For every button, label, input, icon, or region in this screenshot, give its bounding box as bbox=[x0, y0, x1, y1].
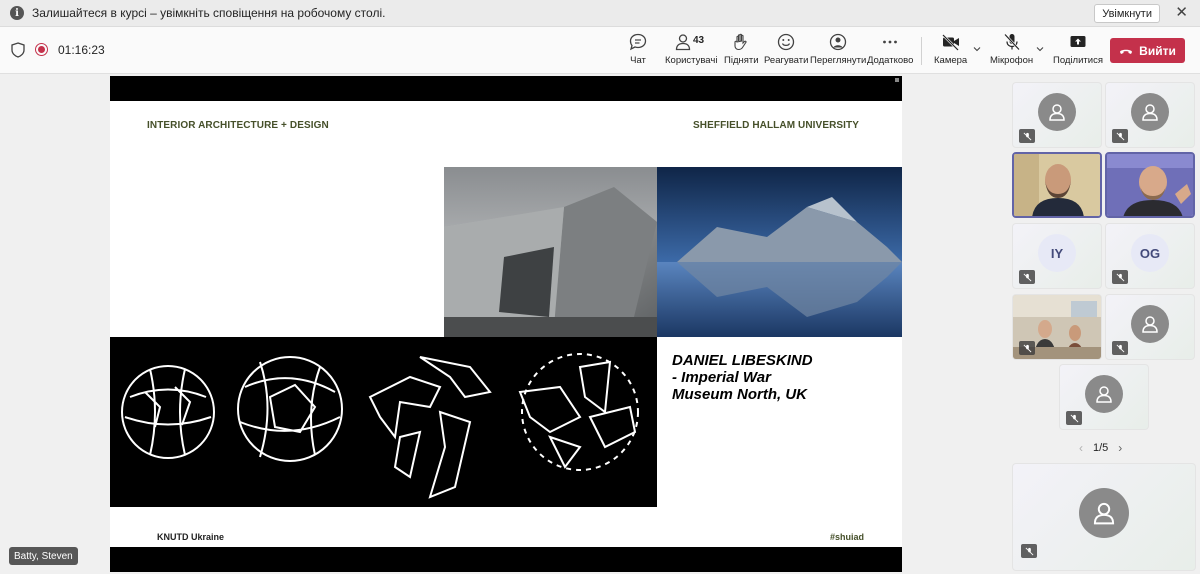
person-icon bbox=[1142, 316, 1158, 333]
share-label: Поділитися bbox=[1053, 55, 1103, 66]
chat-icon bbox=[629, 33, 647, 51]
mic-muted-icon bbox=[1066, 411, 1082, 425]
meeting-timer: 01:16:23 bbox=[58, 43, 105, 57]
shield-icon[interactable] bbox=[11, 42, 25, 58]
chat-button[interactable]: Чат bbox=[628, 32, 648, 70]
raise-hand-label: Підняти bbox=[724, 55, 759, 66]
people-button[interactable]: 43 Користувачі bbox=[665, 32, 717, 70]
participant-video bbox=[1014, 154, 1100, 216]
avatar: OG bbox=[1131, 233, 1169, 272]
participant-tile[interactable]: IY bbox=[1012, 223, 1102, 289]
meeting-toolbar: 01:16:23 Чат 43 Користувачі Підняти Реаг… bbox=[0, 27, 1200, 74]
people-label: Користувачі bbox=[665, 55, 718, 66]
smiley-icon bbox=[778, 33, 795, 51]
self-view-tile[interactable] bbox=[1012, 463, 1196, 571]
participant-pager: ‹ 1/5 › bbox=[1079, 440, 1122, 456]
participant-tile[interactable] bbox=[1059, 364, 1149, 430]
chat-label: Чат bbox=[630, 55, 646, 66]
participant-tile[interactable]: OG bbox=[1105, 223, 1195, 289]
slide-caption: DANIEL LIBESKIND - Imperial War Museum N… bbox=[672, 352, 813, 403]
microphone-options-chevron-icon[interactable] bbox=[1036, 45, 1044, 53]
building-photo-2 bbox=[657, 167, 902, 337]
participant-tile[interactable] bbox=[1012, 82, 1102, 148]
react-label: Реагувати bbox=[764, 55, 809, 66]
participant-tile[interactable] bbox=[1105, 294, 1195, 360]
participant-video-tile[interactable] bbox=[1105, 152, 1195, 218]
leave-label: Вийти bbox=[1139, 43, 1176, 58]
caption-line-2: - Imperial War bbox=[672, 369, 771, 386]
mic-muted-icon bbox=[1112, 270, 1128, 284]
notification-text: Залишайтеся в курсі – увімкніть сповіщен… bbox=[32, 6, 386, 20]
more-button[interactable]: Додатково bbox=[867, 32, 913, 70]
leave-button[interactable]: Вийти bbox=[1110, 38, 1185, 63]
camera-label: Камера bbox=[934, 55, 968, 66]
concept-sketches bbox=[110, 337, 657, 507]
raise-hand-button[interactable]: Підняти bbox=[724, 32, 759, 70]
avatar bbox=[1079, 488, 1129, 538]
participant-video-tile[interactable] bbox=[1012, 152, 1102, 218]
slide-header-left: INTERIOR ARCHITECTURE + DESIGN bbox=[147, 120, 329, 131]
enable-notifications-button[interactable]: Увімкнути bbox=[1094, 4, 1160, 23]
recording-icon bbox=[35, 43, 48, 56]
avatar bbox=[1131, 304, 1169, 343]
camera-off-icon bbox=[941, 34, 959, 51]
mic-muted-icon bbox=[1019, 270, 1035, 284]
avatar bbox=[1038, 92, 1076, 131]
caption-line-3: Museum North, UK bbox=[672, 386, 807, 403]
participant-tile[interactable] bbox=[1105, 82, 1195, 148]
mic-muted-icon bbox=[1112, 341, 1128, 355]
microphone-label: Мікрофон bbox=[990, 55, 1034, 66]
microphone-button[interactable]: Мікрофон bbox=[990, 32, 1033, 70]
mic-muted-icon bbox=[1021, 544, 1037, 558]
avatar: IY bbox=[1038, 233, 1076, 272]
hand-icon bbox=[734, 33, 747, 51]
notification-bar: i Залишайтеся в курсі – увімкніть сповіщ… bbox=[0, 0, 1200, 27]
slide-footer-left: KNUTD Ukraine bbox=[157, 532, 225, 542]
mic-muted-icon bbox=[1019, 341, 1035, 355]
toolbar-divider bbox=[921, 37, 922, 65]
more-icon bbox=[883, 40, 898, 44]
view-button[interactable]: Переглянути bbox=[810, 32, 866, 70]
next-page-button[interactable]: › bbox=[1118, 441, 1122, 455]
participant-video-tile[interactable] bbox=[1012, 294, 1102, 360]
participant-video bbox=[1107, 154, 1193, 216]
slide-bottom-border bbox=[110, 547, 902, 572]
share-icon bbox=[1070, 36, 1086, 47]
people-count: 43 bbox=[693, 35, 705, 46]
page-indicator: 1/5 bbox=[1093, 442, 1109, 454]
person-icon bbox=[1142, 104, 1158, 121]
person-icon bbox=[1096, 386, 1112, 403]
mic-muted-icon bbox=[1019, 129, 1035, 143]
camera-options-chevron-icon[interactable] bbox=[973, 45, 981, 53]
react-button[interactable]: Реагувати bbox=[764, 32, 808, 70]
share-button[interactable]: Поділитися bbox=[1053, 32, 1103, 70]
view-label: Переглянути bbox=[810, 55, 867, 66]
slide-footer-right: #shuiad bbox=[830, 532, 865, 542]
avatar bbox=[1085, 374, 1123, 413]
building-photo-1 bbox=[444, 167, 657, 337]
avatar bbox=[1131, 92, 1169, 131]
camera-button[interactable]: Камера bbox=[934, 32, 967, 70]
more-label: Додатково bbox=[867, 55, 914, 66]
close-icon[interactable]: ✕ bbox=[1175, 5, 1188, 20]
shared-screen: INTERIOR ARCHITECTURE + DESIGN SHEFFIELD… bbox=[110, 76, 902, 572]
slide-corner-mark bbox=[895, 78, 899, 82]
phone-hangup-icon bbox=[1120, 49, 1133, 54]
slide-header-right: SHEFFIELD HALLAM UNIVERSITY bbox=[693, 120, 860, 131]
info-icon: i bbox=[10, 6, 24, 20]
mic-off-icon bbox=[1003, 33, 1020, 51]
caption-line-1: DANIEL LIBESKIND bbox=[672, 352, 813, 369]
view-icon bbox=[829, 33, 847, 51]
previous-page-button[interactable]: ‹ bbox=[1079, 441, 1083, 455]
mic-muted-icon bbox=[1112, 129, 1128, 143]
person-icon bbox=[1049, 104, 1065, 121]
person-icon bbox=[1093, 502, 1115, 525]
slide-top-border bbox=[110, 76, 902, 101]
people-icon bbox=[676, 34, 691, 51]
presenter-name-tag: Batty, Steven bbox=[9, 547, 78, 565]
